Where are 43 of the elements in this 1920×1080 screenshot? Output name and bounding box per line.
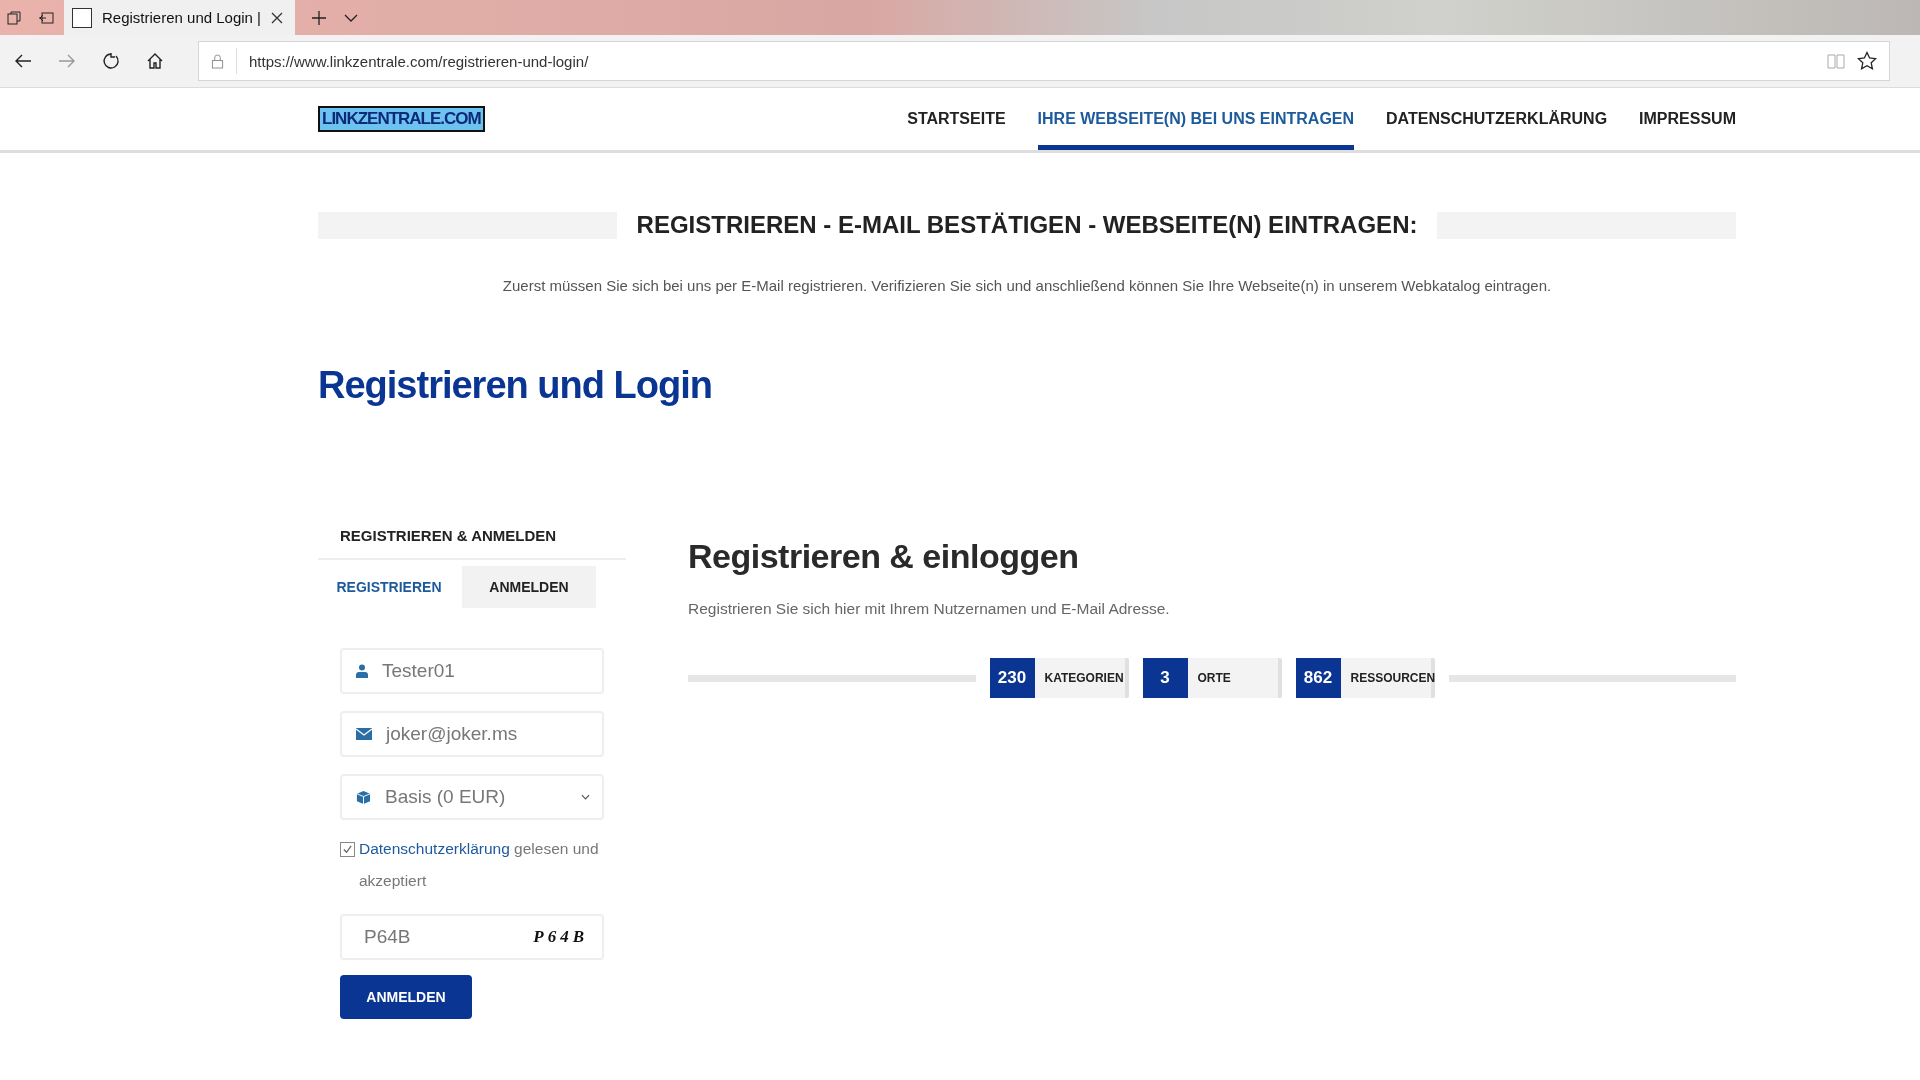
star-icon[interactable] <box>1857 51 1877 71</box>
nav-link[interactable]: STARTSEITE <box>907 88 1006 150</box>
back-arrow-icon[interactable] <box>14 52 32 70</box>
forward-arrow-icon[interactable] <box>58 52 76 70</box>
home-icon[interactable] <box>146 52 164 70</box>
browser-tab[interactable]: Registrieren und Login | <box>64 0 295 35</box>
tab-title: Registrieren und Login | <box>102 9 261 26</box>
page-title: Registrieren und Login <box>318 364 713 407</box>
lock-icon <box>211 53 224 69</box>
section-heading: REGISTRIEREN - E-MAIL BESTÄTIGEN - WEBSEITE(N) EINTRAGEN: <box>636 211 1418 239</box>
nav-link[interactable]: IHRE WEBSEITE(N) BEI UNS EINTRAGEN <box>1037 88 1355 150</box>
submit-button[interactable]: ANMELDEN <box>340 975 472 1019</box>
privacy-link[interactable]: Datenschutzerklärung <box>359 840 510 857</box>
consent-text: Datenschutzerklärung gelesen und akzeptiert <box>359 839 600 891</box>
sidebar-title: REGISTRIEREN & ANMELDEN <box>318 527 626 560</box>
stat-badge: 862 RESSOURCEN <box>1295 658 1435 698</box>
envelope-icon <box>356 728 372 740</box>
captcha-field[interactable]: P64B P64B <box>340 914 604 960</box>
site-favicon-icon <box>72 7 92 28</box>
stat-badge: 3 ORTE <box>1142 658 1282 698</box>
section-title: Registrieren & einloggen <box>688 537 1080 576</box>
caret-icon <box>581 794 590 800</box>
tab-aside-icon[interactable] <box>38 9 54 26</box>
stat-badge: 230 KATEGORIEN <box>989 658 1129 698</box>
package-select[interactable]: Basis (0 EUR) <box>340 774 604 820</box>
cube-icon <box>356 789 371 805</box>
refresh-icon[interactable] <box>102 52 120 70</box>
user-icon <box>356 664 368 678</box>
new-tab-icon[interactable] <box>311 9 327 26</box>
tabs-icon[interactable] <box>6 9 22 26</box>
description-text: Registrieren Sie sich hier mit Ihrem Nutzernamen und E-Mail Adresse. <box>688 600 1171 618</box>
close-icon[interactable] <box>271 11 283 24</box>
input-field[interactable]: joker@joker.ms <box>340 711 604 757</box>
checkbox[interactable] <box>340 842 355 857</box>
form-tab[interactable]: ANMELDEN <box>462 566 596 608</box>
input-field[interactable]: Tester01 <box>340 648 604 694</box>
site-logo[interactable]: LINKZENTRALE.COM <box>318 106 485 132</box>
nav-link[interactable]: IMPRESSUM <box>1639 88 1736 150</box>
url-text: https://www.linkzentrale.com/registrieren-und-login/ <box>249 52 589 70</box>
address-field[interactable]: https://www.linkzentrale.com/registrieren-und-login/ <box>198 41 1890 81</box>
captcha-image: P64B <box>533 927 588 947</box>
intro-text: Zuerst müssen Sie sich bei uns per E-Mail registrieren. Verifizieren Sie sich und anschließend können Sie Ihre Webseite(n) in unserem Webkatalog eintragen. <box>501 277 1553 294</box>
nav-link[interactable]: DATENSCHUTZERKLÄRUNG <box>1386 88 1608 150</box>
